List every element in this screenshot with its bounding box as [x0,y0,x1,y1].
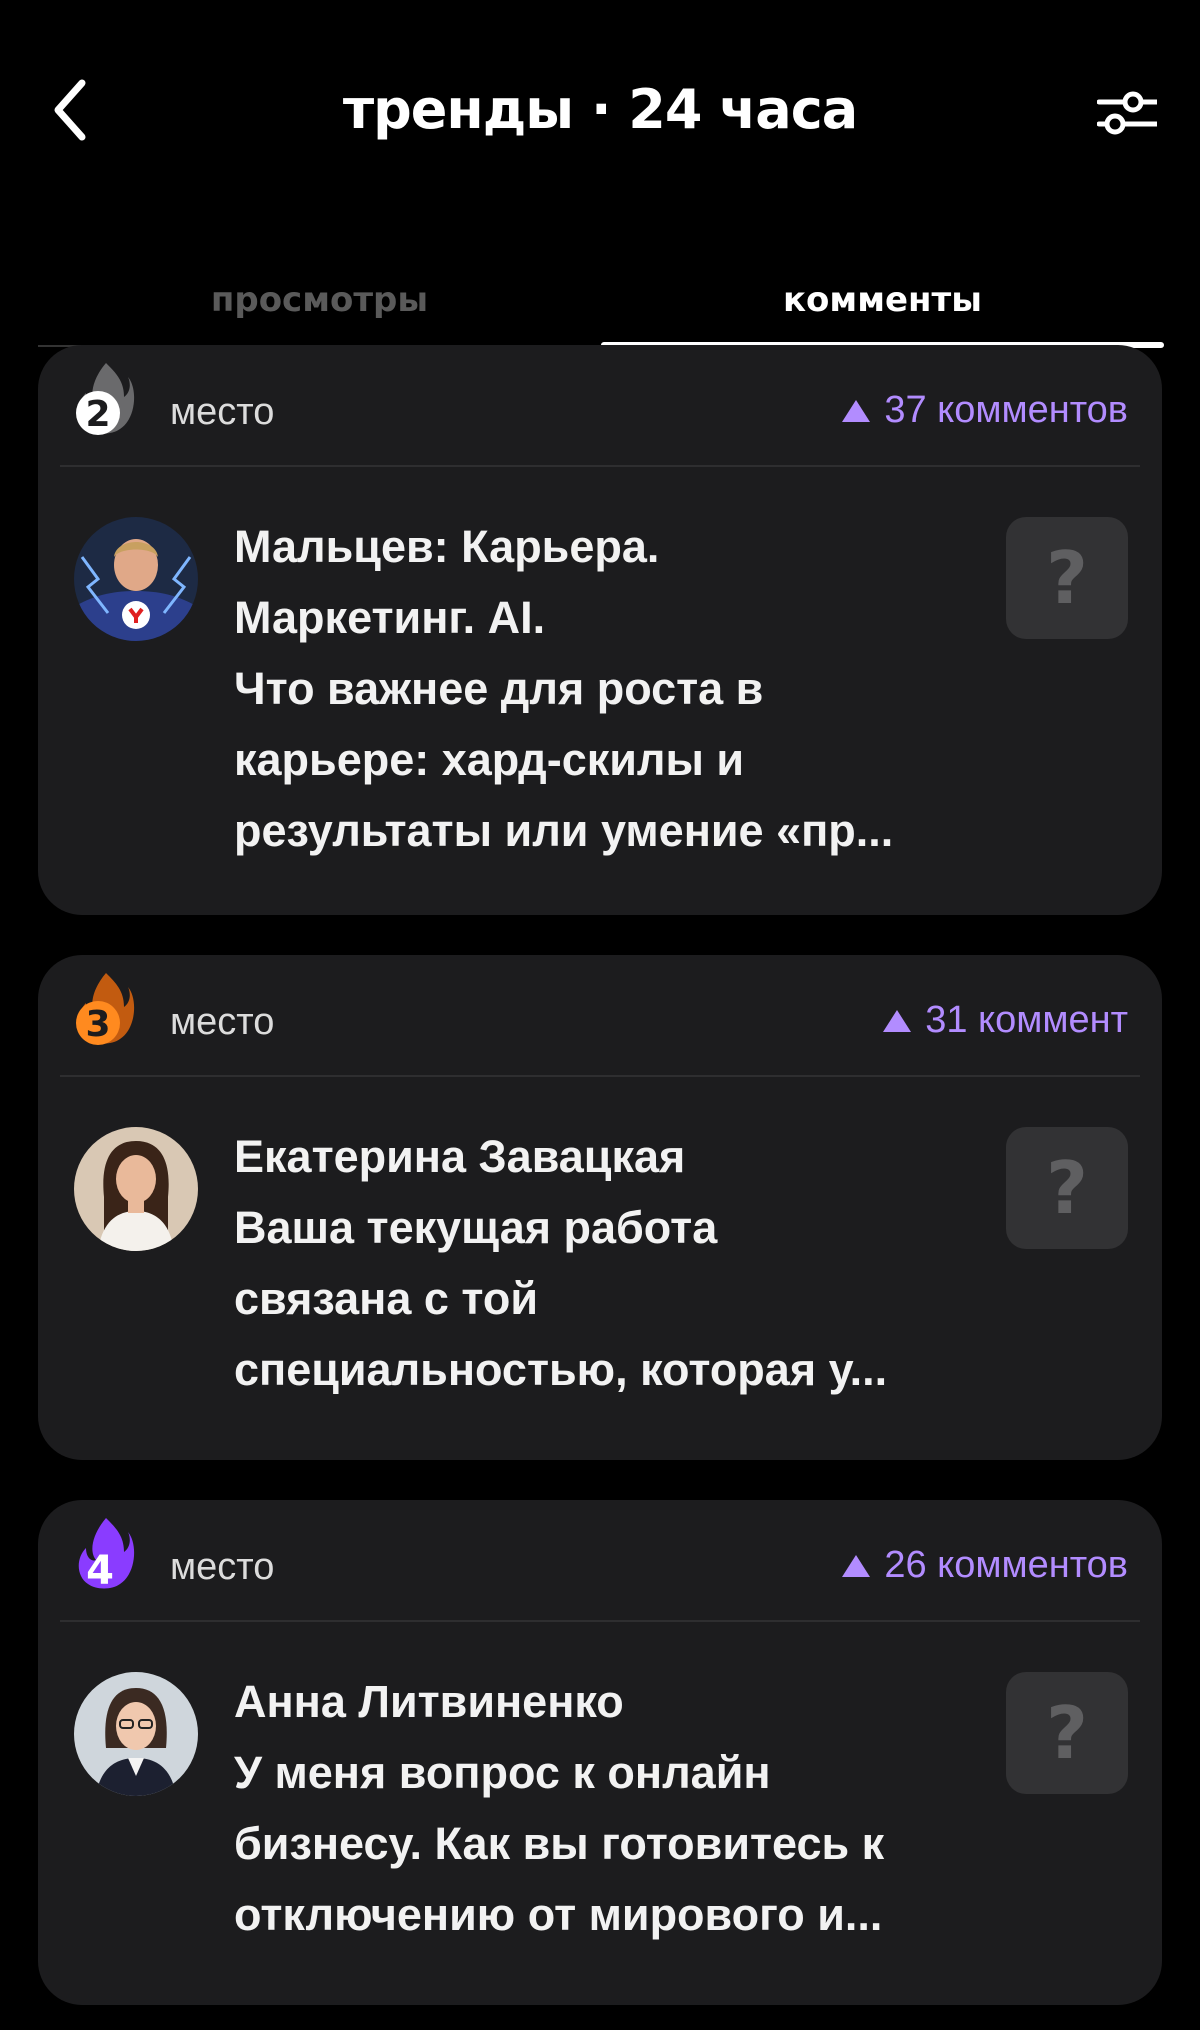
arrow-up-icon [842,399,871,422]
tab-views[interactable]: просмотры [38,255,601,345]
rank-flame-icon: 3 [76,973,135,1045]
post-line: Мальцев: Карьера. [234,521,660,572]
rank-number: 2 [85,394,110,435]
post-line: результаты или умение «пр... [234,805,894,856]
comments-count-text: 31 коммент [925,999,1128,1041]
question-placeholder-button[interactable]: ? [1006,517,1128,639]
tab-bar: просмотры комменты [38,255,1164,348]
arrow-up-icon [842,1554,871,1577]
post-preview: Анна Литвиненко У меня вопрос к онлайн б… [234,1666,1004,1950]
card-header: 4 место 26 комментов [60,1500,1140,1622]
rank-number: 3 [85,1004,110,1045]
chevron-left-icon [54,79,86,141]
avatar[interactable] [74,1127,198,1251]
card-header: 3 место 31 коммент [60,955,1140,1077]
back-button[interactable] [40,70,100,150]
question-placeholder-button[interactable]: ? [1006,1672,1128,1794]
comments-count-text: 26 комментов [884,1544,1128,1586]
place-label: место [170,1001,275,1043]
post-line: специальностью, которая у... [234,1344,888,1395]
place-label: место [170,391,275,433]
place-label: место [170,1546,275,1588]
top-bar: тренды · 24 часа [0,0,1200,220]
post-line: Что важнее для роста в [234,663,764,714]
rank-flame-icon: 4 [78,1518,135,1592]
tab-comments[interactable]: комменты [601,255,1164,348]
post-line: Анна Литвиненко [234,1676,624,1727]
avatar[interactable] [74,517,198,641]
comments-count: 37 комментов [842,389,1128,432]
rank-flame-icon: 2 [76,363,135,435]
comments-count-text: 37 комментов [884,389,1128,431]
post-line: отключению от мирового и... [234,1889,883,1940]
rank-number: 4 [86,1548,114,1592]
post-preview: Мальцев: Карьера. Маркетинг. AI. Что важ… [234,511,1004,866]
card-header: 2 место 37 комментов [60,345,1140,467]
arrow-up-icon [883,1009,912,1032]
trend-card[interactable]: 3 место 31 коммент Екатерина Завацкая Ва… [38,955,1162,1460]
trend-card[interactable]: 2 место 37 комментов Мальцев: Карьера. М… [38,345,1162,915]
post-preview: Екатерина Завацкая Ваша текущая работа с… [234,1121,1004,1405]
post-line: Ваша текущая работа [234,1202,718,1253]
filter-button[interactable] [1092,82,1162,142]
avatar[interactable] [74,1672,198,1796]
post-line: бизнесу. Как вы готовитесь к [234,1818,885,1869]
page-title: тренды · 24 часа [342,78,858,141]
post-line: Екатерина Завацкая [234,1131,686,1182]
sliders-icon [1097,91,1157,135]
post-line: Маркетинг. AI. [234,592,546,643]
trend-card[interactable]: 4 место 26 комментов Анна Литвиненко У м… [38,1500,1162,2005]
post-line: карьере: хард-скилы и [234,734,745,785]
comments-count: 26 комментов [842,1544,1128,1587]
post-line: У меня вопрос к онлайн [234,1747,771,1798]
post-line: связана с той [234,1273,538,1324]
question-placeholder-button[interactable]: ? [1006,1127,1128,1249]
comments-count: 31 коммент [883,999,1128,1042]
